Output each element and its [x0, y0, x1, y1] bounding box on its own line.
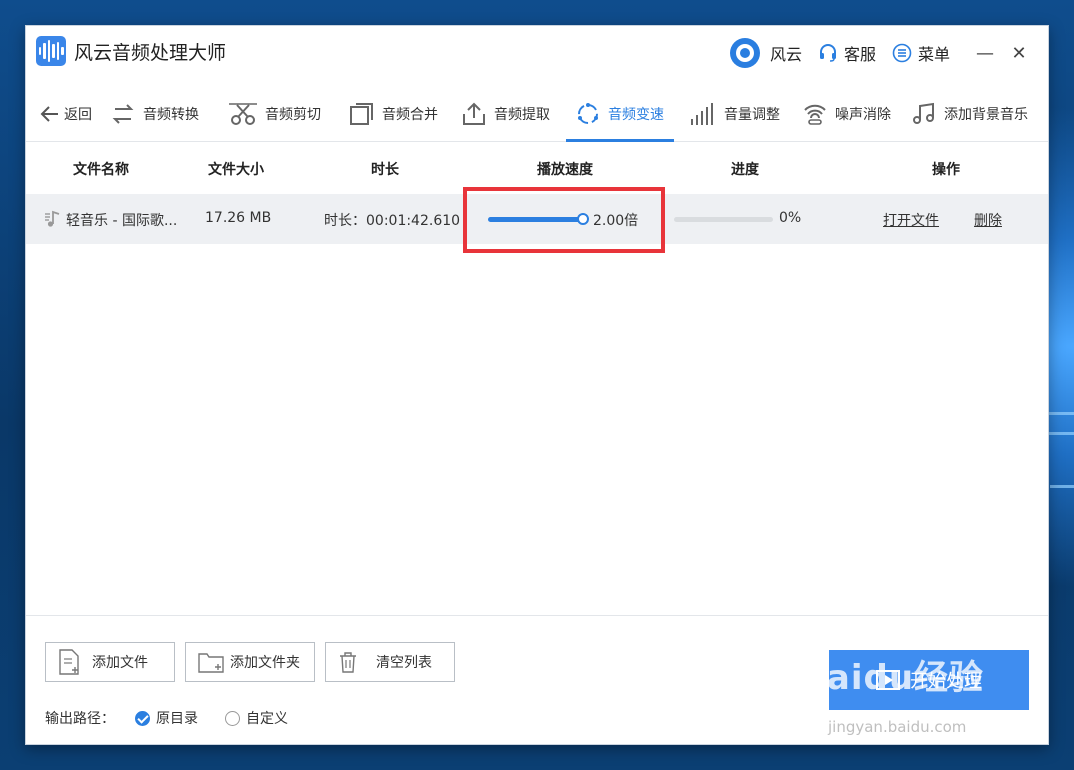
column-header-speed: 播放速度 — [537, 162, 593, 178]
delete-link[interactable]: 删除 — [974, 210, 1002, 230]
file-size: 17.26 MB — [205, 210, 272, 226]
tab-label: 添加背景音乐 — [944, 107, 1028, 123]
title-bar-actions: 风云 客服 菜单 — ✕ — [729, 38, 1034, 68]
file-table-header: 文件名称 文件大小 时长 播放速度 进度 操作 — [26, 143, 1048, 193]
tab-audio-merge[interactable]: 音频合并 — [350, 86, 438, 142]
file-duration: 时长：00:01:42.610 — [324, 213, 461, 229]
menu-list-icon — [892, 43, 912, 63]
progress-bar — [674, 217, 773, 222]
light-beam — [1050, 485, 1074, 488]
progress-value: 0% — [779, 210, 802, 226]
app-window: 风云音频处理大师 风云 客服 菜单 — ✕ 返回 音频转换 音频剪切 音频合并 … — [25, 25, 1049, 745]
check-icon[interactable] — [135, 710, 150, 726]
tab-add-bgm[interactable]: 添加背景音乐 — [912, 86, 1028, 142]
tab-volume-adjust[interactable]: 音量调整 — [690, 86, 780, 142]
add-file-button[interactable]: 添加文件 — [45, 642, 175, 682]
merge-squares-icon — [350, 103, 373, 125]
convert-arrows-icon — [112, 104, 134, 124]
tab-audio-extract[interactable]: 音频提取 — [462, 86, 550, 142]
title-bar: 风云音频处理大师 风云 客服 菜单 — ✕ — [26, 26, 1048, 76]
tab-label: 噪声消除 — [835, 107, 891, 123]
radio-icon[interactable] — [225, 710, 240, 726]
tab-audio-convert[interactable]: 音频转换 — [111, 86, 199, 142]
speed-cycle-icon — [578, 103, 598, 124]
service-label: 客服 — [843, 45, 876, 64]
wifi-noise-icon — [804, 104, 826, 125]
tab-label: 音频合并 — [382, 107, 438, 123]
column-header-actions: 操作 — [932, 162, 960, 178]
radio-original-label: 原目录 — [156, 711, 198, 727]
output-path-label: 输出路径： — [45, 711, 115, 727]
tab-label: 音量调整 — [724, 107, 780, 123]
minimize-button[interactable]: — — [970, 40, 1000, 66]
tab-audio-cut[interactable]: 音频剪切 — [229, 86, 321, 142]
app-title: 风云音频处理大师 — [74, 42, 227, 64]
volume-bars-icon — [691, 103, 713, 125]
menu-button[interactable]: 菜单 — [892, 41, 950, 65]
service-button[interactable]: 客服 — [818, 41, 876, 65]
audio-file-icon — [45, 210, 60, 227]
clear-list-label: 清空列表 — [376, 655, 432, 671]
back-label: 返回 — [64, 107, 92, 123]
column-header-progress: 进度 — [731, 162, 759, 178]
file-name: 轻音乐 - 国际歌... — [66, 213, 178, 229]
add-folder-button[interactable]: 添加文件夹 — [185, 642, 315, 682]
radio-original-dir[interactable]: 原目录 — [135, 708, 198, 728]
column-header-filesize: 文件大小 — [208, 162, 264, 178]
column-header-filename: 文件名称 — [73, 162, 129, 178]
add-file-icon — [59, 649, 79, 675]
app-logo-icon — [36, 36, 66, 66]
tab-audio-speed[interactable]: 音频变速 — [566, 86, 674, 142]
close-button[interactable]: ✕ — [1004, 40, 1034, 66]
footer-divider — [26, 615, 1048, 616]
radio-custom-label: 自定义 — [246, 711, 288, 727]
upload-tray-icon — [463, 102, 485, 125]
clear-list-button[interactable]: 清空列表 — [325, 642, 455, 682]
tab-label: 音频提取 — [494, 107, 550, 123]
brand-label: 风云 — [769, 45, 802, 64]
brand-button[interactable]: 风云 — [729, 38, 802, 68]
baidu-watermark-url: jingyan.baidu.com — [828, 718, 967, 736]
menu-label: 菜单 — [917, 45, 950, 64]
headset-icon — [819, 44, 836, 62]
baidu-watermark: Baidu经验 — [800, 658, 985, 698]
radio-custom-dir[interactable]: 自定义 — [225, 708, 288, 728]
trash-icon — [340, 652, 356, 673]
add-folder-icon — [198, 653, 224, 673]
fengyun-logo-icon — [729, 38, 760, 68]
open-file-link[interactable]: 打开文件 — [883, 210, 939, 230]
music-note-icon — [913, 102, 934, 124]
add-file-label: 添加文件 — [92, 655, 148, 671]
add-folder-label: 添加文件夹 — [230, 655, 300, 671]
speed-highlight-box — [463, 187, 665, 253]
scissors-icon — [229, 103, 257, 125]
tab-label: 音频剪切 — [265, 107, 321, 123]
tab-label: 音频变速 — [608, 107, 664, 123]
tab-label: 音频转换 — [143, 107, 199, 123]
column-header-duration: 时长 — [371, 162, 399, 178]
feature-toolbar: 返回 音频转换 音频剪切 音频合并 音频提取 音频变速 音量调整 噪声消除 添加… — [26, 86, 1048, 142]
back-button[interactable]: 返回 — [40, 86, 92, 142]
tab-noise-removal[interactable]: 噪声消除 — [803, 86, 891, 142]
arrow-left-icon — [40, 106, 58, 122]
